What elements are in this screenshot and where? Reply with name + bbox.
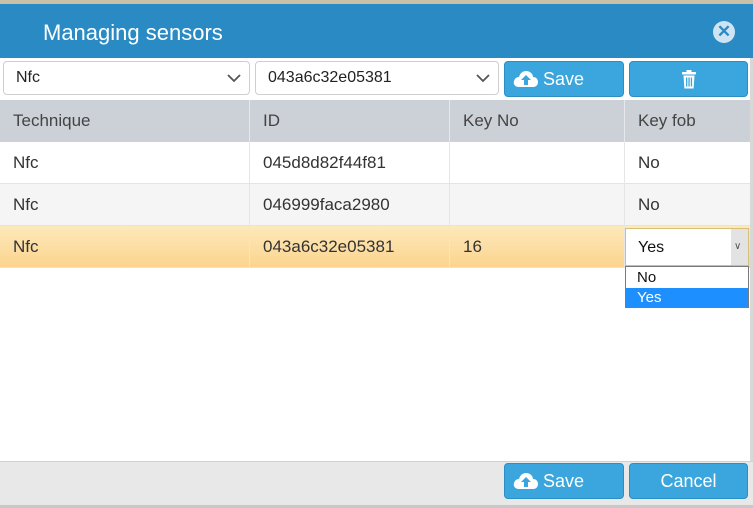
chevron-down-icon [476, 74, 490, 83]
sensor-toolbar: Nfc 043a6c32e05381 Save [0, 58, 753, 100]
key-fob-options-list: No Yes [625, 266, 749, 308]
delete-button[interactable] [629, 61, 748, 97]
cell-technique: Nfc [0, 142, 250, 184]
cloud-upload-icon [513, 71, 538, 87]
cell-key-fob: No [625, 184, 753, 226]
dialog-title: Managing sensors [43, 20, 223, 45]
cell-id: 043a6c32e05381 [250, 226, 450, 268]
cell-key-no [450, 184, 625, 226]
toolbar-save-label: Save [543, 69, 585, 89]
chevron-down-icon: ∨ [734, 241, 742, 252]
cell-key-fob: No [625, 142, 753, 184]
option-yes[interactable]: Yes [626, 288, 748, 308]
grid-header: Technique ID Key No Key fob [0, 100, 753, 142]
cell-technique: Nfc [0, 184, 250, 226]
cell-id: 045d8d82f44f81 [250, 142, 450, 184]
chevron-down-icon [227, 74, 241, 83]
key-fob-select-value: Yes [638, 239, 665, 256]
cell-technique: Nfc [0, 226, 250, 268]
dialog-titlebar: Managing sensors ✕ [0, 0, 753, 58]
option-no[interactable]: No [626, 268, 748, 288]
cloud-upload-icon [513, 473, 538, 489]
dialog-footer: Save Cancel [0, 461, 753, 508]
cancel-label: Cancel [660, 471, 717, 491]
toolbar-save-button[interactable]: Save [504, 61, 624, 97]
footer-save-label: Save [543, 471, 585, 491]
table-row[interactable]: Nfc 046999faca2980 No [0, 184, 753, 226]
cancel-button[interactable]: Cancel [629, 463, 748, 499]
footer-save-button[interactable]: Save [504, 463, 624, 499]
sensor-id-select-value: 043a6c32e05381 [268, 69, 392, 86]
key-fob-select[interactable]: Yes ∨ [625, 228, 749, 266]
column-header-technique[interactable]: Technique [0, 100, 250, 142]
managing-sensors-dialog: Managing sensors ✕ Nfc 043a6c32e05381 Sa… [0, 0, 753, 508]
close-icon[interactable]: ✕ [713, 21, 735, 43]
column-header-id[interactable]: ID [250, 100, 450, 142]
technique-select-value: Nfc [16, 69, 40, 86]
column-header-key-fob[interactable]: Key fob [625, 100, 753, 142]
cell-id: 046999faca2980 [250, 184, 450, 226]
sensor-id-select[interactable]: 043a6c32e05381 [255, 61, 499, 95]
technique-select[interactable]: Nfc [3, 61, 250, 95]
key-fob-select-arrow[interactable]: ∨ [731, 229, 748, 265]
cell-key-no [450, 142, 625, 184]
cell-key-no: 16 [450, 226, 625, 268]
column-header-key-no[interactable]: Key No [450, 100, 625, 142]
table-row[interactable]: Nfc 045d8d82f44f81 No [0, 142, 753, 184]
trash-icon [682, 70, 696, 89]
